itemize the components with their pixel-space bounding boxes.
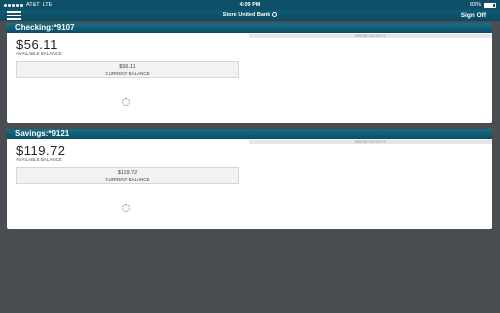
- available-balance: $119.72: [16, 143, 66, 158]
- account-title: Checking:*9107: [15, 23, 75, 32]
- nav-bar: Store United Bank Sign Off: [0, 10, 500, 21]
- status-right: 83%: [470, 0, 496, 10]
- battery-icon: [484, 2, 496, 8]
- available-balance-label: AVAILABLE BALANCE: [16, 157, 62, 162]
- battery-percent: 83%: [469, 2, 481, 8]
- current-balance-box: $56.11 CURRENT BALANCE: [16, 61, 239, 78]
- bank-title: Store United Bank: [0, 10, 500, 21]
- loading-spinner-icon: [122, 98, 130, 106]
- account-header: Savings:*9121: [7, 129, 492, 139]
- account-card-checking[interactable]: Checking:*9107 RECENT ACTIVITY $56.11 AV…: [7, 23, 492, 123]
- account-title: Savings:*9121: [15, 129, 70, 138]
- current-balance-label: CURRENT BALANCE: [105, 71, 150, 76]
- current-balance-box: $119.72 CURRENT BALANCE: [16, 167, 239, 184]
- available-balance-label: AVAILABLE BALANCE: [16, 51, 62, 56]
- sign-off-button[interactable]: Sign Off: [461, 10, 486, 21]
- account-card-savings[interactable]: Savings:*9121 RECENT ACTIVITY $119.72 AV…: [7, 129, 492, 229]
- location-icon: [272, 12, 278, 18]
- status-bar: AT&T LTE 4:09 PM 83%: [0, 0, 500, 10]
- current-balance: $56.11: [119, 64, 136, 70]
- battery-fill: [485, 3, 494, 7]
- bank-title-text: Store United Bank: [222, 12, 271, 18]
- status-time: 4:09 PM: [239, 2, 261, 8]
- account-header: Checking:*9107: [7, 23, 492, 33]
- current-balance: $119.72: [117, 170, 138, 176]
- current-balance-label: CURRENT BALANCE: [105, 177, 150, 182]
- loading-spinner-icon: [122, 204, 130, 212]
- recent-activity-tab[interactable]: RECENT ACTIVITY: [249, 140, 492, 144]
- available-balance: $56.11: [16, 37, 58, 52]
- recent-activity-tab[interactable]: RECENT ACTIVITY: [249, 34, 492, 38]
